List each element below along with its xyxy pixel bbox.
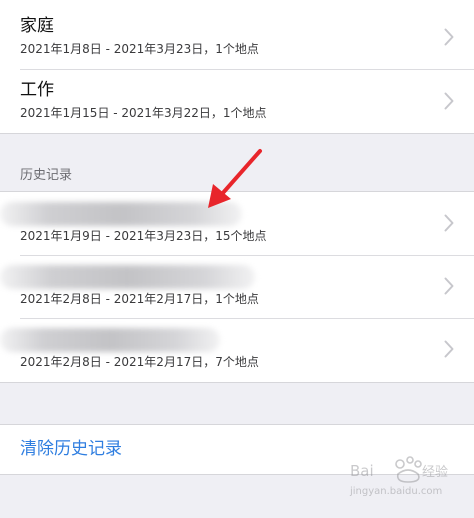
blurred-location-name bbox=[0, 328, 220, 352]
place-detail: 2021年1月8日 - 2021年3月23日，1个地点 bbox=[20, 42, 259, 56]
blurred-location-name bbox=[0, 265, 255, 289]
chevron-right-icon bbox=[444, 277, 454, 295]
history-group: 2021年1月9日 - 2021年3月23日，15个地点 2021年2月8日 -… bbox=[0, 191, 474, 383]
chevron-right-icon bbox=[444, 92, 454, 110]
history-detail: 2021年1月9日 - 2021年3月23日，15个地点 bbox=[20, 229, 267, 243]
frequent-places-group: 家庭 2021年1月8日 - 2021年3月23日，1个地点 工作 2021年1… bbox=[0, 0, 474, 134]
svg-text:jingyan.baidu.com: jingyan.baidu.com bbox=[349, 486, 442, 497]
frequent-place-row-work[interactable]: 工作 2021年1月15日 - 2021年3月22日，1个地点 bbox=[0, 69, 474, 133]
frequent-place-row-home[interactable]: 家庭 2021年1月8日 - 2021年3月23日，1个地点 bbox=[0, 0, 474, 69]
history-detail: 2021年2月8日 - 2021年2月17日，1个地点 bbox=[20, 292, 259, 306]
chevron-right-icon bbox=[444, 214, 454, 232]
chevron-right-icon bbox=[444, 340, 454, 358]
white-patch bbox=[272, 124, 332, 130]
history-detail: 2021年2月8日 - 2021年2月17日，7个地点 bbox=[20, 355, 259, 369]
chevron-right-icon bbox=[444, 28, 454, 46]
baidu-watermark-icon: Bai 经验 jingyan.baidu.com bbox=[349, 456, 448, 497]
clear-history-label: 清除历史记录 bbox=[20, 439, 122, 459]
history-row[interactable]: 2021年2月8日 - 2021年2月17日，7个地点 bbox=[0, 318, 474, 381]
svg-text:Bai: Bai bbox=[350, 462, 374, 480]
history-section-header: 历史记录 bbox=[20, 168, 73, 183]
place-detail: 2021年1月15日 - 2021年3月22日，1个地点 bbox=[20, 106, 267, 120]
svg-text:经验: 经验 bbox=[422, 464, 448, 480]
red-arrow-icon bbox=[208, 149, 262, 208]
history-row[interactable]: 2021年2月8日 - 2021年2月17日，1个地点 bbox=[0, 255, 474, 318]
place-title: 家庭 bbox=[20, 16, 54, 36]
place-title: 工作 bbox=[20, 80, 54, 100]
